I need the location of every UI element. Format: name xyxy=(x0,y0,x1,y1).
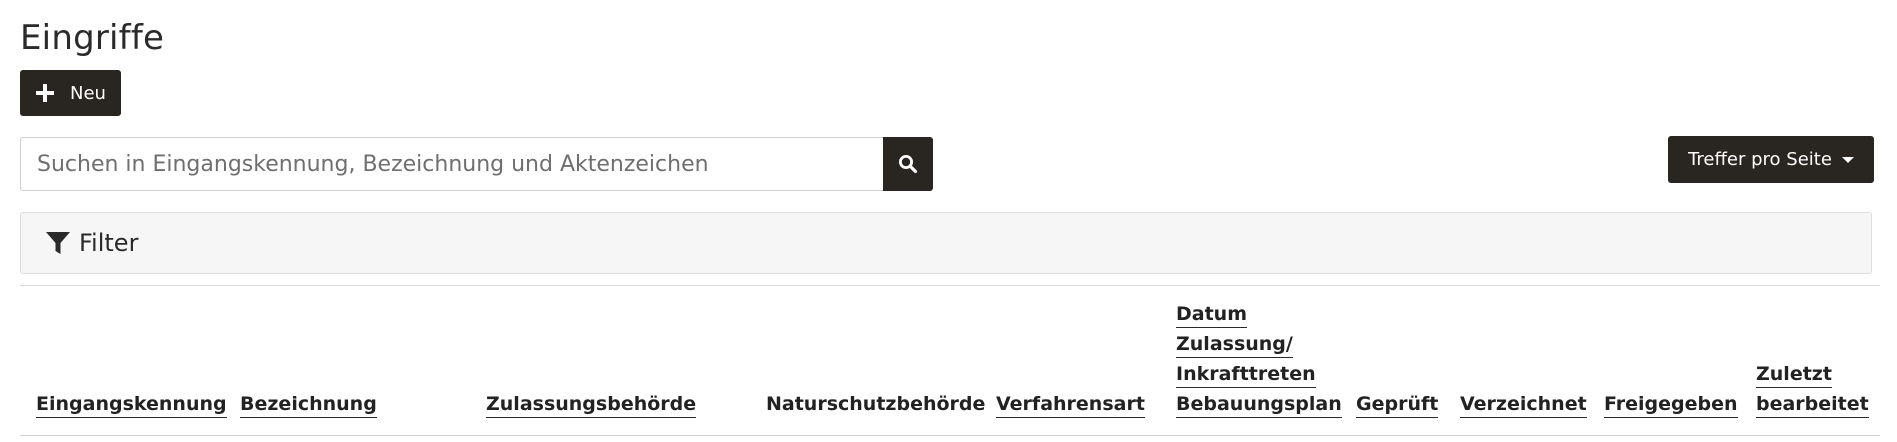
page-size-label: Treffer pro Seite xyxy=(1688,149,1832,170)
column-header-label: Inkrafttreten xyxy=(1176,361,1316,388)
search-button[interactable] xyxy=(883,137,933,191)
column-header-zulassungsbehoerde[interactable]: Zulassungsbehörde xyxy=(486,389,697,419)
column-header-zuletzt-bearbeitet[interactable]: Zuletzt bearbeitet xyxy=(1756,359,1869,419)
search-icon xyxy=(899,155,918,174)
column-header-label: Geprüft xyxy=(1356,391,1439,418)
column-header-verfahrensart[interactable]: Verfahrensart xyxy=(996,389,1145,419)
page-title: Eingriffe xyxy=(20,18,165,58)
search-bar xyxy=(20,137,933,191)
new-button[interactable]: Neu xyxy=(20,70,121,116)
column-header-label: Zulassungsbehörde xyxy=(486,391,697,418)
column-header-label: bearbeitet xyxy=(1756,391,1869,418)
column-header-bezeichnung[interactable]: Bezeichnung xyxy=(240,389,377,419)
column-header-geprueft[interactable]: Geprüft xyxy=(1356,389,1439,419)
column-header-label: Bebauungsplan xyxy=(1176,391,1342,418)
filter-panel-toggle[interactable]: Filter xyxy=(20,212,1872,274)
column-header-label: Verfahrensart xyxy=(996,391,1145,418)
page-size-dropdown[interactable]: Treffer pro Seite xyxy=(1668,136,1874,183)
column-header-datum-zulassung[interactable]: Datum Zulassung/ Inkrafttreten Bebauungs… xyxy=(1176,299,1342,419)
column-header-label: Naturschutzbehörde xyxy=(766,393,986,415)
column-header-label: Eingangskennung xyxy=(36,391,227,418)
column-header-label: Zulassung/ xyxy=(1176,331,1293,358)
page: Eingriffe Neu Treffer pro Seite Filter E… xyxy=(20,0,1880,442)
column-header-freigegeben[interactable]: Freigegeben xyxy=(1604,389,1738,419)
search-input[interactable] xyxy=(20,137,883,191)
column-header-label: Verzeichnet xyxy=(1460,391,1587,418)
column-header-label: Freigegeben xyxy=(1604,391,1738,418)
plus-icon xyxy=(36,84,54,102)
filter-label: Filter xyxy=(79,229,139,257)
column-header-label: Datum xyxy=(1176,301,1247,328)
caret-down-icon xyxy=(1841,156,1854,163)
column-header-eingangskennung[interactable]: Eingangskennung xyxy=(36,389,227,419)
column-header-label: Zuletzt xyxy=(1756,361,1832,388)
table-header: Eingangskennung Bezeichnung Zulassungsbe… xyxy=(20,294,1880,436)
new-button-label: Neu xyxy=(70,82,106,104)
column-header-label: Bezeichnung xyxy=(240,391,377,418)
filter-icon xyxy=(46,232,70,254)
divider xyxy=(20,285,1880,286)
column-header-naturschutzbehoerde: Naturschutzbehörde xyxy=(766,389,985,419)
column-header-verzeichnet[interactable]: Verzeichnet xyxy=(1460,389,1587,419)
